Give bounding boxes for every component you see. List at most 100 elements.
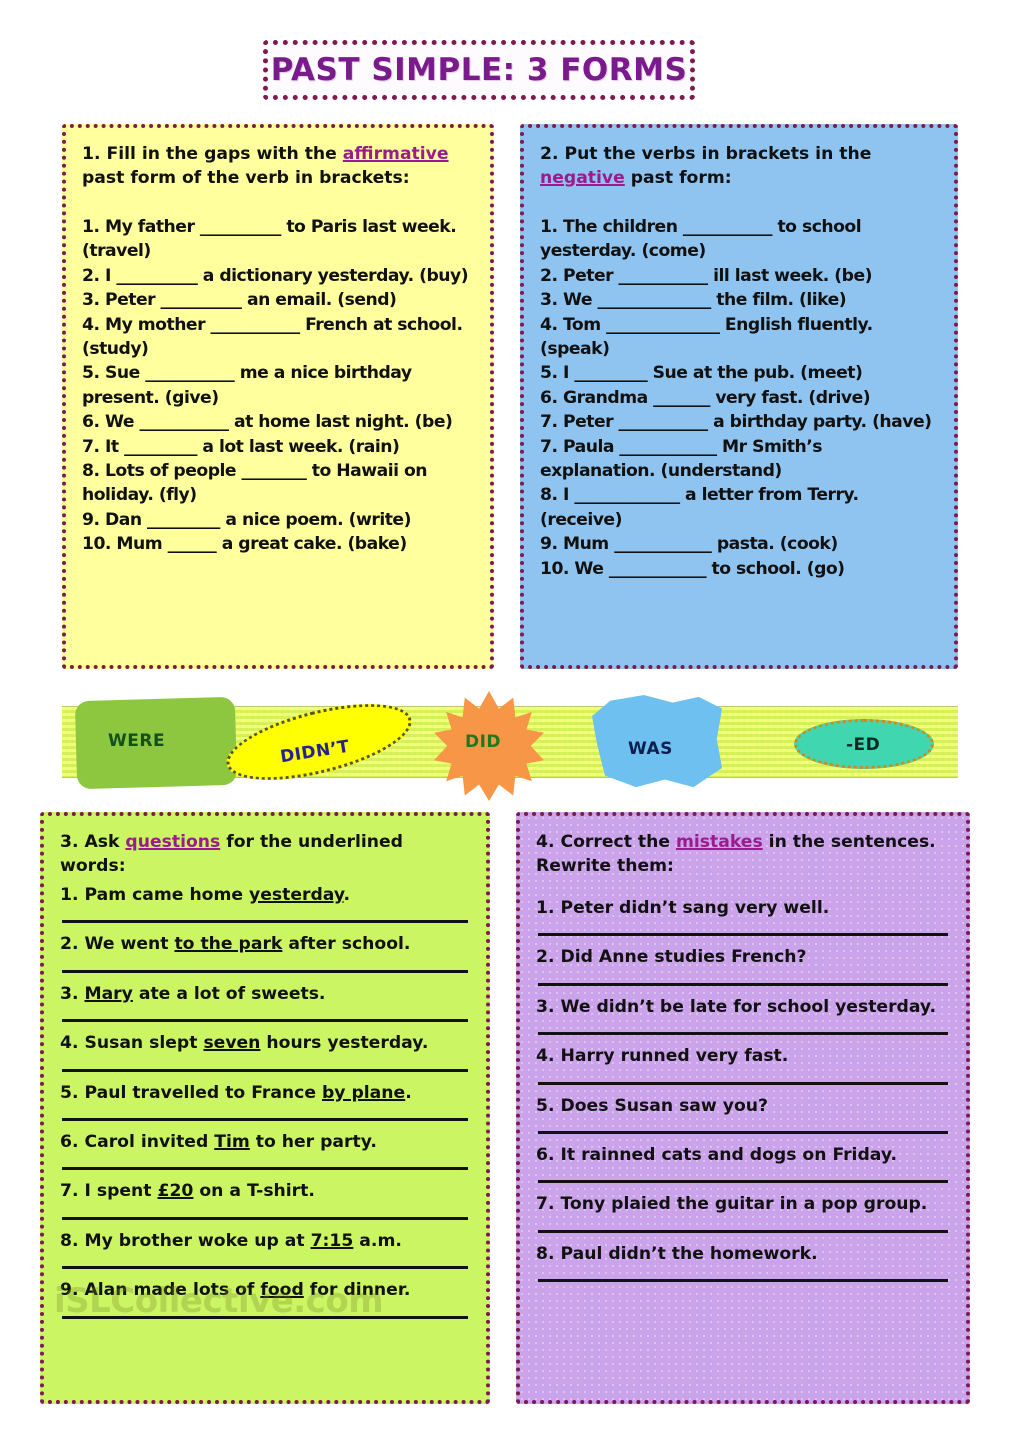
item-post: hours yesterday. bbox=[260, 1033, 429, 1054]
chip-label-did: DID bbox=[465, 732, 502, 752]
instr2-suffix: past form: bbox=[624, 168, 732, 189]
answer-line[interactable] bbox=[62, 1266, 468, 1270]
exercise-2-item[interactable]: 7. Peter ___________ a birthday party. (… bbox=[540, 410, 938, 434]
exercise-2-item[interactable]: 7. Paula ____________ Mr Smith’s explana… bbox=[540, 435, 938, 484]
answer-line[interactable] bbox=[538, 1279, 948, 1283]
chip-label-were: WERE bbox=[108, 731, 166, 751]
answer-line[interactable] bbox=[62, 920, 468, 924]
exercise-3-item: 3. Mary ate a lot of sweets. bbox=[60, 982, 470, 1006]
instr2-highlight: negative bbox=[540, 168, 625, 189]
answer-line[interactable] bbox=[538, 1130, 948, 1134]
verb-forms-banner: WERE DIDN’T DID WAS -ED bbox=[62, 688, 958, 801]
exercise-3-item: 2. We went to the park after school. bbox=[60, 932, 470, 956]
answer-line[interactable] bbox=[538, 933, 948, 937]
item-post: for dinner. bbox=[303, 1280, 411, 1301]
exercise-3-item: 9. Alan made lots of food for dinner. bbox=[60, 1278, 470, 1302]
title-dotted-frame: PAST SIMPLE: 3 FORMS bbox=[263, 40, 695, 100]
exercise-4-gap bbox=[536, 883, 950, 896]
item-number: 9. bbox=[60, 1280, 85, 1301]
exercise-1-item[interactable]: 2. I __________ a dictionary yesterday. … bbox=[82, 264, 474, 288]
answer-line[interactable] bbox=[62, 1068, 468, 1072]
instr4-prefix: 4. Correct the bbox=[536, 832, 676, 852]
exercise-2-gap bbox=[540, 195, 938, 215]
page-title-banner: PAST SIMPLE: 3 FORMS bbox=[263, 40, 695, 100]
exercise-4-box: 4. Correct the mistakes in the sentences… bbox=[516, 812, 970, 1404]
item-pre: We went bbox=[84, 934, 175, 955]
exercise-1-item[interactable]: 1. My father __________ to Paris last we… bbox=[82, 215, 474, 264]
exercise-1-item[interactable]: 4. My mother ___________ French at schoo… bbox=[82, 313, 474, 362]
exercise-2-item[interactable]: 6. Grandma _______ very fast. (drive) bbox=[540, 386, 938, 410]
item-number: 1. bbox=[60, 884, 85, 905]
exercise-4-item: 4. Harry runned very fast. bbox=[536, 1046, 789, 1067]
chip-label-was: WAS bbox=[628, 739, 673, 759]
exercise-1-instruction: 1. Fill in the gaps with the affirmative… bbox=[82, 142, 474, 191]
item-number: 7. bbox=[60, 1181, 85, 1202]
exercise-2-item[interactable]: 4. Tom ______________ English fluently. … bbox=[540, 313, 938, 362]
answer-line[interactable] bbox=[62, 1117, 468, 1121]
exercise-2-item[interactable]: 10. We ____________ to school. (go) bbox=[540, 557, 938, 581]
item-pre: My brother woke up at bbox=[84, 1230, 311, 1251]
instr4-highlight: mistakes bbox=[675, 832, 763, 852]
chip-label-ed: -ED bbox=[846, 735, 881, 755]
answer-line[interactable] bbox=[538, 982, 948, 986]
item-post: . bbox=[405, 1082, 412, 1103]
answer-line[interactable] bbox=[538, 1229, 948, 1233]
exercise-2-item[interactable]: 3. We ______________ the film. (like) bbox=[540, 288, 938, 312]
exercise-2-item[interactable]: 9. Mum ____________ pasta. (cook) bbox=[540, 532, 938, 556]
exercise-2-instruction: 2. Put the verbs in brackets in the nega… bbox=[540, 142, 938, 191]
item-number: 3. bbox=[60, 983, 85, 1004]
exercise-4-item: 6. It rainned cats and dogs on Friday. bbox=[536, 1144, 897, 1165]
answer-line[interactable] bbox=[62, 1167, 468, 1171]
exercise-2-item[interactable]: 2. Peter ___________ ill last week. (be) bbox=[540, 264, 938, 288]
exercise-1-item[interactable]: 8. Lots of people ________ to Hawaii on … bbox=[82, 459, 474, 508]
item-post: after school. bbox=[282, 934, 411, 955]
answer-line[interactable] bbox=[62, 1216, 468, 1220]
instr1-prefix: 1. Fill in the gaps with the bbox=[82, 144, 343, 164]
exercise-2-item[interactable]: 1. The children ___________ to school ye… bbox=[540, 215, 938, 264]
item-number: 6. bbox=[60, 1131, 85, 1152]
exercise-4-instruction: 4. Correct the mistakes in the sentences… bbox=[536, 830, 950, 879]
exercise-3-item: 7. I spent £20 on a T-shirt. bbox=[60, 1179, 470, 1203]
item-underlined: Tim bbox=[214, 1131, 250, 1152]
exercise-1-item[interactable]: 7. It _________ a lot last week. (rain) bbox=[82, 435, 474, 459]
exercise-3-box: 3. Ask questions for the underlined word… bbox=[40, 812, 490, 1404]
exercise-3-item: 6. Carol invited Tim to her party. bbox=[60, 1130, 470, 1154]
item-pre: Paul travelled to France bbox=[84, 1082, 322, 1103]
exercise-3-item: 8. My brother woke up at 7:15 a.m. bbox=[60, 1229, 470, 1253]
item-underlined: seven bbox=[203, 1033, 261, 1054]
item-pre: Carol invited bbox=[84, 1131, 215, 1152]
item-underlined: to the park bbox=[174, 934, 283, 955]
instr1-suffix: past form of the verb in brackets: bbox=[82, 168, 410, 189]
exercise-4-item: 7. Tony plaied the guitar in a pop group… bbox=[536, 1194, 928, 1215]
item-number: 4. bbox=[60, 1033, 85, 1054]
page-title: PAST SIMPLE: 3 FORMS bbox=[270, 52, 688, 88]
item-pre: Alan made lots of bbox=[84, 1280, 261, 1301]
answer-line[interactable] bbox=[538, 1032, 948, 1036]
item-underlined: food bbox=[260, 1280, 304, 1301]
exercise-1-item[interactable]: 3. Peter __________ an email. (send) bbox=[82, 288, 474, 312]
exercise-3-item: 1. Pam came home yesterday. bbox=[60, 883, 470, 907]
exercise-1-item[interactable]: 5. Sue ___________ me a nice birthday pr… bbox=[82, 361, 474, 410]
exercise-3-item: 5. Paul travelled to France by plane. bbox=[60, 1081, 470, 1105]
exercise-2-item[interactable]: 5. I _________ Sue at the pub. (meet) bbox=[540, 361, 938, 385]
exercise-1-item[interactable]: 10. Mum ______ a great cake. (bake) bbox=[82, 532, 474, 556]
item-pre: I spent bbox=[84, 1181, 158, 1202]
item-pre: Pam came home bbox=[84, 884, 250, 905]
exercise-1-item[interactable]: 9. Dan _________ a nice poem. (write) bbox=[82, 508, 474, 532]
exercise-1-gap bbox=[82, 195, 474, 215]
item-pre: Susan slept bbox=[84, 1033, 204, 1054]
exercise-1-item[interactable]: 6. We ___________ at home last night. (b… bbox=[82, 410, 474, 434]
answer-line[interactable] bbox=[62, 969, 468, 973]
exercise-2-item[interactable]: 8. I _____________ a letter from Terry. … bbox=[540, 483, 938, 532]
exercise-4-item: 5. Does Susan saw you? bbox=[536, 1095, 768, 1116]
answer-line[interactable] bbox=[62, 1315, 468, 1319]
answer-line[interactable] bbox=[62, 1019, 468, 1023]
answer-line[interactable] bbox=[538, 1081, 948, 1085]
item-post: . bbox=[343, 884, 351, 905]
item-underlined: by plane bbox=[322, 1082, 406, 1103]
item-number: 2. bbox=[60, 934, 85, 955]
exercise-1-box: 1. Fill in the gaps with the affirmative… bbox=[62, 124, 494, 669]
instr2-prefix: 2. Put the verbs in brackets in the bbox=[540, 144, 872, 164]
answer-line[interactable] bbox=[538, 1180, 948, 1184]
item-underlined: Mary bbox=[84, 983, 133, 1004]
